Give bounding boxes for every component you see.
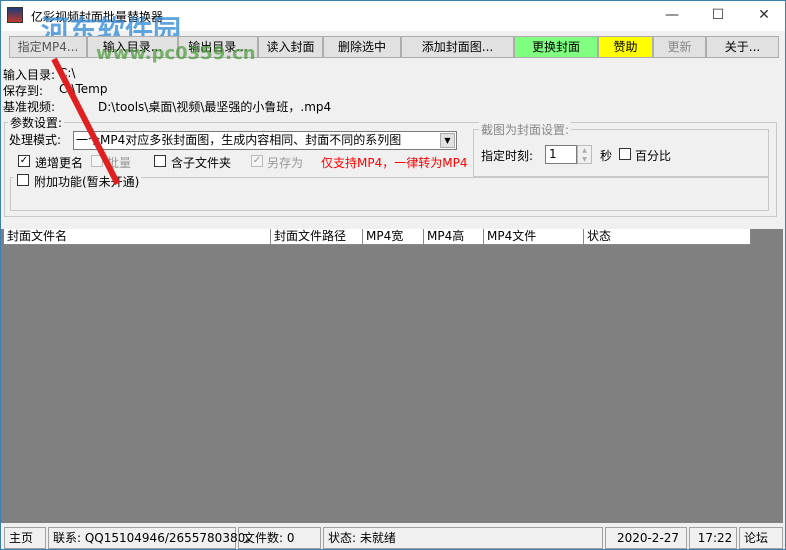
percent-label: 百分比 [635, 149, 672, 163]
sponsor-button[interactable]: 赞助 [598, 36, 653, 58]
add-cover-button[interactable]: 添加封面图... [401, 36, 514, 58]
time: 17:22 [689, 527, 737, 549]
format-note: 仅支持MP4，一律转为MP4 [321, 156, 468, 170]
save-as-checkbox[interactable]: ✓ [251, 155, 263, 167]
minimize-button[interactable]: — [649, 1, 695, 31]
extra-checkbox[interactable] [17, 174, 29, 186]
mode-select[interactable]: 一个MP4对应多张封面图，生成内容相同、封面不同的系列图 ▼ [73, 131, 457, 150]
col-cover-name[interactable]: 封面文件名 [4, 229, 271, 245]
col-mp4-file[interactable]: MP4文件 [484, 229, 584, 245]
select-mp4-button[interactable]: 指定MP4... [9, 36, 87, 58]
replace-cover-button[interactable]: 更换封面 [514, 36, 598, 58]
time-label: 指定时刻: [481, 149, 534, 163]
chevron-down-icon[interactable]: ▼ [440, 133, 455, 148]
time-spinner[interactable]: ▲ ▼ [577, 145, 592, 164]
close-button[interactable]: ✕ [741, 1, 786, 31]
extra-label: 附加功能(暂未开通) [34, 175, 140, 189]
save-label: 保存到: [3, 84, 44, 98]
base-video-label: 基准视频: [3, 100, 56, 114]
col-mp4-width[interactable]: MP4宽 [363, 229, 424, 245]
app-icon [7, 7, 23, 23]
subfolder-label: 含子文件夹 [171, 156, 232, 170]
date: 2020-2-27 [605, 527, 687, 549]
mode-value: 一个MP4对应多张封面图，生成内容相同、封面不同的系列图 [76, 133, 402, 147]
subfolder-checkbox[interactable] [154, 155, 166, 167]
about-button[interactable]: 关于... [706, 36, 779, 58]
base-video-value: D:\tools\桌面\视频\最坚强的小鲁班，.mp4 [98, 100, 332, 114]
col-cover-path[interactable]: 封面文件路径 [271, 229, 363, 245]
forum-link[interactable]: 论坛 [739, 527, 783, 549]
increment-rename-checkbox[interactable]: ✓ [18, 155, 30, 167]
update-button[interactable]: 更新 [653, 36, 706, 58]
mode-label: 处理模式: [9, 133, 62, 147]
watermark-url: www.pc0359.cn [96, 43, 256, 64]
params-legend: 参数设置: [8, 114, 65, 131]
percent-checkbox[interactable] [619, 148, 631, 160]
delete-selected-button[interactable]: 删除选中 [323, 36, 401, 58]
time-input[interactable]: 1 [545, 145, 577, 164]
cover-table[interactable]: 封面文件名 封面文件路径 MP4宽 MP4高 MP4文件 状态 [1, 229, 783, 523]
maximize-button[interactable]: ☐ [695, 1, 741, 31]
seconds-label: 秒 [600, 149, 613, 163]
col-status[interactable]: 状态 [584, 229, 751, 245]
contact-info: 联系: QQ15104946/2655780380。 [48, 527, 257, 549]
col-mp4-height[interactable]: MP4高 [424, 229, 484, 245]
capture-legend: 截图为封面设置: [479, 121, 572, 138]
increment-rename-label: 递增更名 [35, 156, 84, 170]
load-cover-button[interactable]: 读入封面 [258, 36, 323, 58]
input-dir-label: 输入目录: [3, 68, 56, 82]
home-link[interactable]: 主页 [4, 527, 46, 549]
file-count: 文件数: 0 [238, 527, 321, 549]
status-text: 状态: 未就绪 [323, 527, 603, 549]
save-as-label: 另存为 [267, 156, 304, 170]
